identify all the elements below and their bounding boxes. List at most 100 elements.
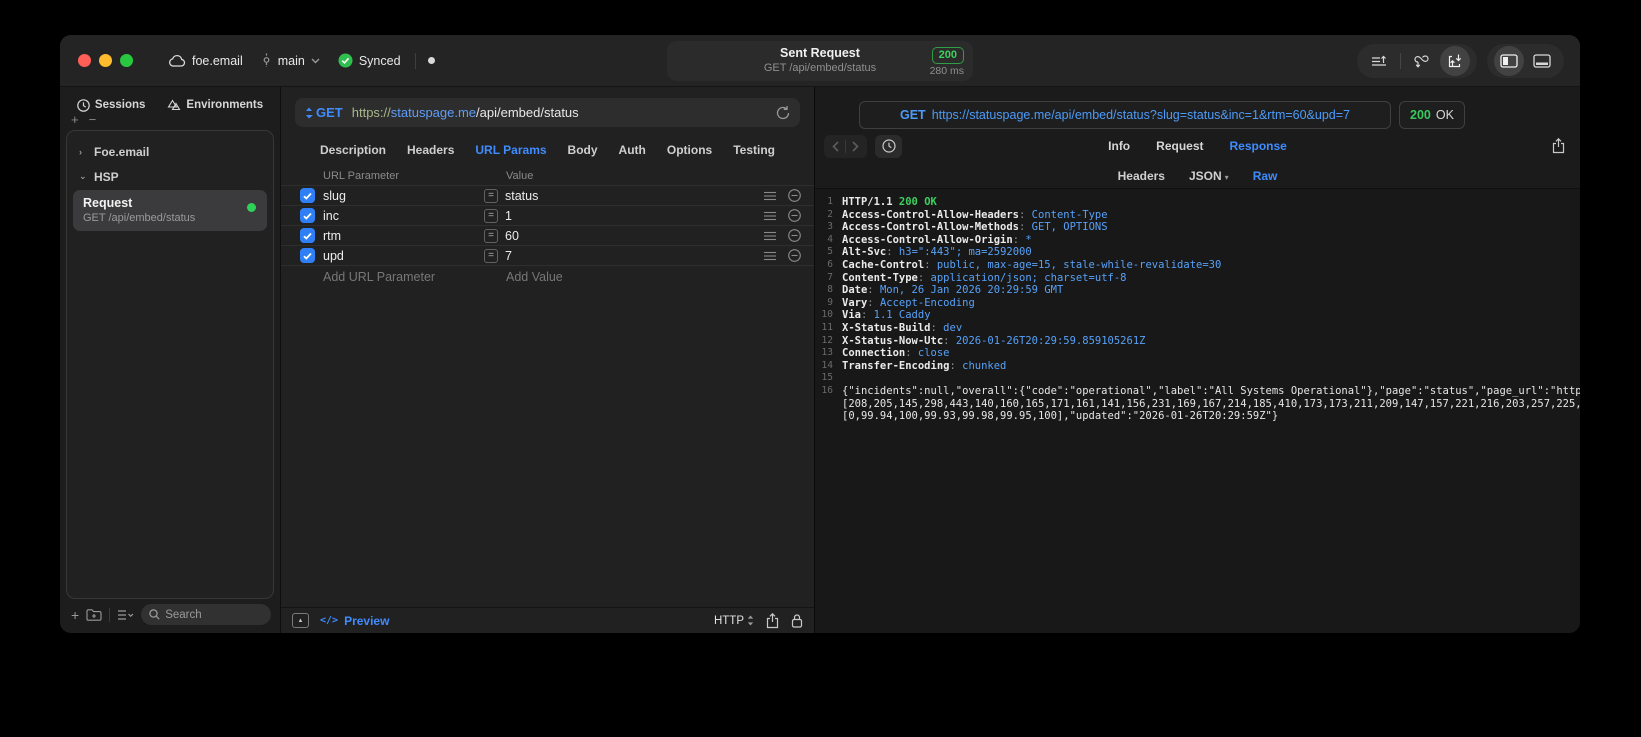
subtab-json[interactable]: JSON ▾ <box>1189 169 1229 183</box>
header-separator: : <box>905 347 918 360</box>
tree-item-foe-email[interactable]: › Foe.email <box>71 139 269 164</box>
back-button[interactable] <box>826 140 845 152</box>
workspace-switcher[interactable]: foe.email <box>169 54 243 68</box>
code-line: 11 X-Status-Build: dev <box>815 322 1580 335</box>
forward-button[interactable] <box>846 140 865 152</box>
line-number: 2 <box>827 208 833 220</box>
request-list-item-selected[interactable]: Request GET /api/embed/status <box>73 190 267 231</box>
header-name: Via <box>842 309 861 322</box>
add-param-row[interactable]: Add URL Parameter Add Value <box>281 266 814 288</box>
reorder-handle-icon[interactable] <box>761 231 778 241</box>
param-value[interactable]: 1 <box>505 209 512 223</box>
param-value[interactable]: 60 <box>505 229 519 243</box>
search-input[interactable]: Search <box>141 604 271 625</box>
resend-request-button[interactable] <box>776 105 790 120</box>
response-subtabs: Headers JSON ▾ Raw <box>815 163 1580 189</box>
import-export-button[interactable] <box>1440 46 1470 76</box>
tree-item-label: Foe.email <box>94 144 150 159</box>
param-value[interactable]: 7 <box>505 249 512 263</box>
share-icon[interactable] <box>766 612 779 629</box>
history-clock-button[interactable] <box>875 134 902 158</box>
add-param-value-placeholder[interactable]: Add Value <box>484 270 753 284</box>
new-request-button[interactable]: + <box>71 608 79 622</box>
remove-param-icon[interactable] <box>786 189 803 202</box>
sidebar: Sessions Environments + − › Foe.email ⌄ … <box>60 87 281 633</box>
reorder-handle-icon[interactable] <box>761 211 778 221</box>
toggle-bottom-panel-button[interactable] <box>1527 46 1557 76</box>
param-name[interactable]: inc <box>323 209 476 223</box>
request-url-bar[interactable]: GET https://statuspage.me/api/embed/stat… <box>295 98 800 127</box>
param-checkbox[interactable] <box>300 208 315 223</box>
line-content: Access-Control-Allow-Headers: Content-Ty… <box>842 209 1580 222</box>
expand-panel-button[interactable]: ▲ <box>292 613 309 628</box>
tab-options[interactable]: Options <box>667 143 712 157</box>
close-window-button[interactable] <box>78 54 91 67</box>
tab-description[interactable]: Description <box>320 143 386 157</box>
param-name[interactable]: upd <box>323 249 476 263</box>
header-separator: : <box>867 296 880 309</box>
flow-button[interactable] <box>1407 46 1437 76</box>
sync-status[interactable]: Synced <box>338 53 401 68</box>
minimize-window-button[interactable] <box>99 54 112 67</box>
tree-item-hsp[interactable]: ⌄ HSP <box>71 164 269 189</box>
sidebar-add-remove: + − <box>60 113 280 128</box>
tab-info[interactable]: Info <box>1108 139 1130 153</box>
desktop: foe.email main Synced Sent Request GET /… <box>0 0 1641 737</box>
code-line: 7 Content-Type: application/json; charse… <box>815 272 1580 285</box>
header-separator: : <box>1019 208 1032 221</box>
param-checkbox[interactable] <box>300 188 315 203</box>
subtab-headers[interactable]: Headers <box>1118 169 1165 183</box>
tab-sessions[interactable]: Sessions <box>77 98 145 112</box>
status-badge: 200 <box>931 47 964 64</box>
toggle-sidebar-button[interactable] <box>1494 46 1524 76</box>
new-folder-button[interactable] <box>86 608 102 621</box>
code-line: 2 Access-Control-Allow-Headers: Content-… <box>815 209 1580 222</box>
remove-param-icon[interactable] <box>786 229 803 242</box>
response-url-box[interactable]: GET https://statuspage.me/api/embed/stat… <box>859 101 1391 129</box>
tab-environments[interactable]: Environments <box>167 98 263 112</box>
header-value: GET, OPTIONS <box>1031 221 1108 234</box>
zoom-window-button[interactable] <box>120 54 133 67</box>
tab-body[interactable]: Body <box>568 143 598 157</box>
tab-auth[interactable]: Auth <box>619 143 646 157</box>
param-checkbox[interactable] <box>300 248 315 263</box>
reorder-handle-icon[interactable] <box>761 191 778 201</box>
display-options-button[interactable] <box>117 609 134 621</box>
sort-list-button[interactable] <box>1364 46 1394 76</box>
request-tabs: Description Headers URL Params Body Auth Opti… <box>281 132 814 167</box>
chevron-down-icon[interactable]: ⌄ <box>79 171 87 182</box>
preview-button[interactable]: </> Preview <box>320 614 389 628</box>
add-session-button[interactable]: + <box>71 113 79 128</box>
tab-headers[interactable]: Headers <box>407 143 454 157</box>
tree-item-label: HSP <box>94 169 119 184</box>
add-param-name-placeholder[interactable]: Add URL Parameter <box>323 270 476 284</box>
header-separator: : <box>924 258 937 271</box>
method-selector-arrows-icon[interactable] <box>305 107 313 119</box>
param-name[interactable]: rtm <box>323 229 476 243</box>
export-response-icon[interactable] <box>1552 138 1565 154</box>
tab-response[interactable]: Response <box>1229 139 1286 153</box>
branch-switcher[interactable]: main <box>261 53 320 68</box>
activity-pill[interactable]: Sent Request GET /api/embed/status 200 2… <box>667 41 973 81</box>
remove-param-icon[interactable] <box>786 249 803 262</box>
param-value[interactable]: status <box>505 189 538 203</box>
line-content: HTTP/1.1 200 OK <box>842 196 1580 209</box>
header-separator: : <box>930 321 944 334</box>
remove-session-button[interactable]: − <box>89 113 97 128</box>
tab-testing[interactable]: Testing <box>733 143 775 157</box>
reorder-handle-icon[interactable] <box>761 251 778 261</box>
url-path: /api/embed/status <box>476 105 579 120</box>
remove-param-icon[interactable] <box>786 209 803 222</box>
method-selector[interactable]: GET <box>316 105 343 120</box>
code-area[interactable]: 1 HTTP/1.1 200 OK 2 Access-Control-Allow… <box>815 189 1580 633</box>
param-table-header: URL Parameter Value <box>281 167 814 186</box>
lock-icon[interactable] <box>791 613 803 628</box>
column-header-name: URL Parameter <box>323 170 400 182</box>
tab-url-params[interactable]: URL Params <box>475 143 546 157</box>
http-version-selector[interactable]: HTTP <box>714 615 754 627</box>
param-checkbox[interactable] <box>300 228 315 243</box>
param-name[interactable]: slug <box>323 189 476 203</box>
tab-request[interactable]: Request <box>1156 139 1203 153</box>
chevron-right-icon[interactable]: › <box>79 147 87 157</box>
subtab-raw[interactable]: Raw <box>1253 169 1278 183</box>
